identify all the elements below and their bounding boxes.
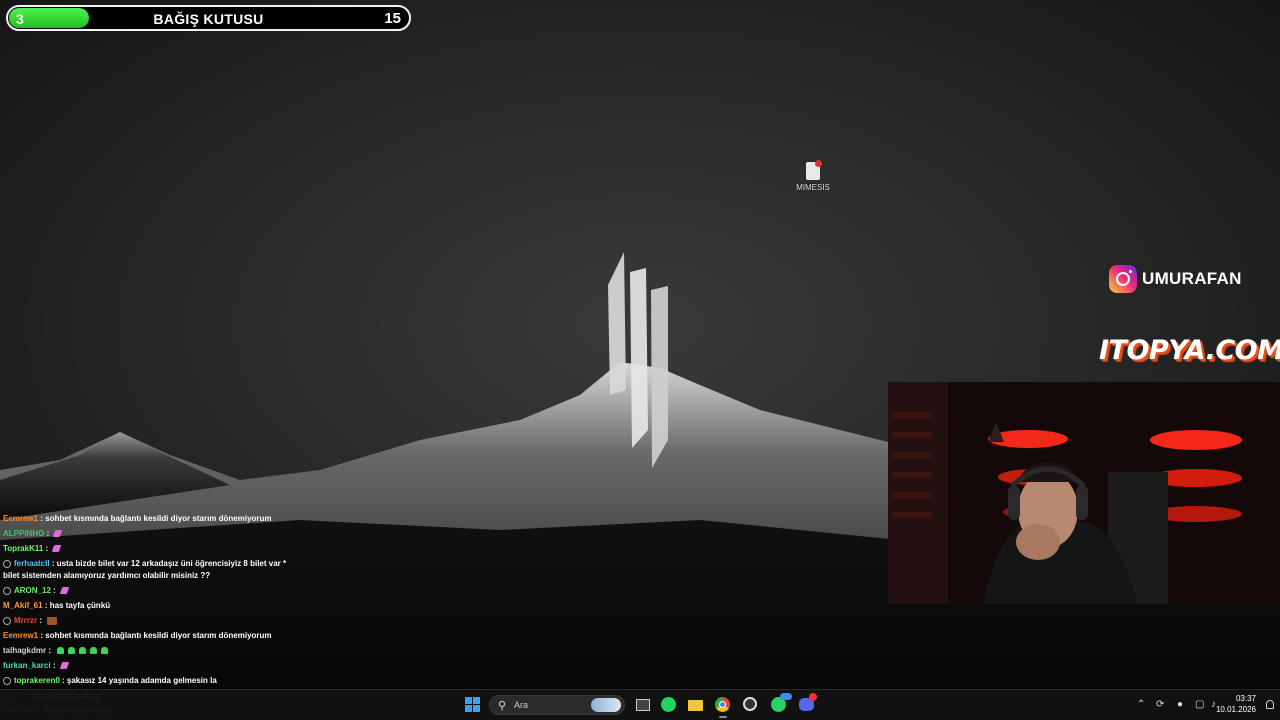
taskbar-search-box[interactable]: ⚲ Ara (489, 695, 625, 715)
chat-emote-icon (57, 647, 65, 655)
search-icon: ⚲ (498, 700, 507, 712)
donation-goal-bar: 3 BAĞIŞ KUTUSU 15 (6, 5, 411, 31)
obs-icon[interactable] (743, 697, 759, 713)
sponsor-logo: ITOPYA.COM (1099, 335, 1280, 366)
chat-emote-icon (90, 647, 98, 655)
chat-username: ARON_12 (14, 586, 51, 595)
chat-text: has tayfa çünkü (49, 601, 111, 610)
chat-message: Mrrrzr : (3, 615, 58, 627)
chat-emote-icon (79, 647, 87, 655)
chat-emote-icon (53, 530, 63, 538)
chat-username: ToprakK11 (3, 544, 44, 553)
chat-username: Mrrrzr (14, 616, 38, 625)
sync-icon[interactable]: ⟳ (1156, 699, 1164, 710)
chat-username: ferhaatcll (14, 559, 50, 568)
chat-emote-icon (101, 647, 109, 655)
discord-icon[interactable] (799, 693, 817, 713)
taskbar-clock[interactable]: 03:37 10.01.2026 (1216, 693, 1256, 715)
chat-badge-icon (3, 616, 11, 625)
windows-taskbar: ⚲ Ara ⌃ ⟳ ● ▢ ♪ 03:37 10.01.2026 (0, 689, 1280, 720)
chat-username: M_Akif_61 (3, 601, 43, 610)
chat-text: şakasız 14 yaşında adamda gelmesin la (66, 676, 217, 685)
chat-text: sohbet kısmında bağlantı kesildi diyor s… (45, 631, 272, 640)
search-placeholder: Ara (514, 700, 529, 710)
donation-goal: 15 (384, 10, 401, 27)
chat-username: furkan_karci (3, 661, 51, 670)
clock-date: 10.01.2026 (1215, 705, 1256, 714)
whatsapp-icon[interactable] (771, 693, 792, 713)
chat-message: Eemrew1 : sohbet kısmında bağlantı kesil… (3, 631, 272, 640)
chat-message: M_Akif_61 : has tayfa çünkü (3, 601, 111, 610)
desktop-shortcut-label: MIMESIS (796, 183, 830, 192)
chat-text: sohbet kısmında bağlantı kesildi diyor s… (45, 514, 272, 523)
chat-emote-icon (59, 587, 70, 595)
desktop-shortcut-mimesis[interactable]: MIMESIS (794, 160, 832, 192)
chat-username: Eemrew1 (3, 514, 39, 523)
instagram-overlay: UMURAFAN (1109, 265, 1242, 293)
chat-username: talhagkdmr (3, 646, 47, 655)
chat-emote-icon (59, 662, 69, 670)
instagram-handle: UMURAFAN (1142, 269, 1242, 288)
show-hidden-icons-chevron-icon[interactable]: ⌃ (1137, 699, 1145, 710)
chat-username: ALPPINHO (3, 529, 45, 538)
chat-badge-icon (3, 559, 11, 568)
chat-message: ToprakK11 : (3, 543, 62, 555)
microphone-icon[interactable]: ● (1177, 699, 1183, 710)
chat-emote-icon (47, 616, 58, 625)
chat-badge-icon (3, 586, 11, 595)
search-highlight-icon (591, 698, 621, 712)
chat-message: Eemrew1 : sohbet kısmında bağlantı kesil… (3, 514, 272, 523)
chat-message: ALPPINHO : (3, 528, 63, 540)
chat-username: toprakeren0 (14, 676, 60, 685)
chat-username: Eemrew1 (3, 631, 39, 640)
notification-bell-icon[interactable] (1266, 700, 1274, 709)
chat-message: furkan_karci : (3, 660, 69, 672)
task-view-icon[interactable] (635, 697, 651, 713)
donation-title: BAĞIŞ KUTUSU (153, 11, 264, 27)
spotify-icon[interactable] (661, 697, 677, 713)
instagram-icon (1109, 265, 1137, 293)
desktop-wallpaper (0, 0, 1280, 720)
chat-message: ferhaatcll : usta bizde bilet var 12 ark… (3, 559, 287, 580)
windows-start-icon[interactable] (465, 697, 481, 713)
chrome-icon[interactable] (715, 697, 731, 718)
clock-time: 03:37 (1235, 694, 1256, 703)
game-shortcut-icon (806, 160, 822, 180)
chat-emote-icon (68, 647, 76, 655)
file-explorer-icon[interactable] (688, 697, 704, 713)
chat-badge-icon (3, 676, 11, 685)
chat-emote-icon (52, 545, 62, 553)
chat-message: toprakeren0 : şakasız 14 yaşında adamda … (3, 675, 217, 687)
chat-message: ARON_12 : (3, 585, 70, 597)
display-icon[interactable]: ▢ (1195, 699, 1204, 710)
chat-message: talhagkdmr : (3, 645, 109, 657)
webcam-feed (888, 382, 1280, 604)
